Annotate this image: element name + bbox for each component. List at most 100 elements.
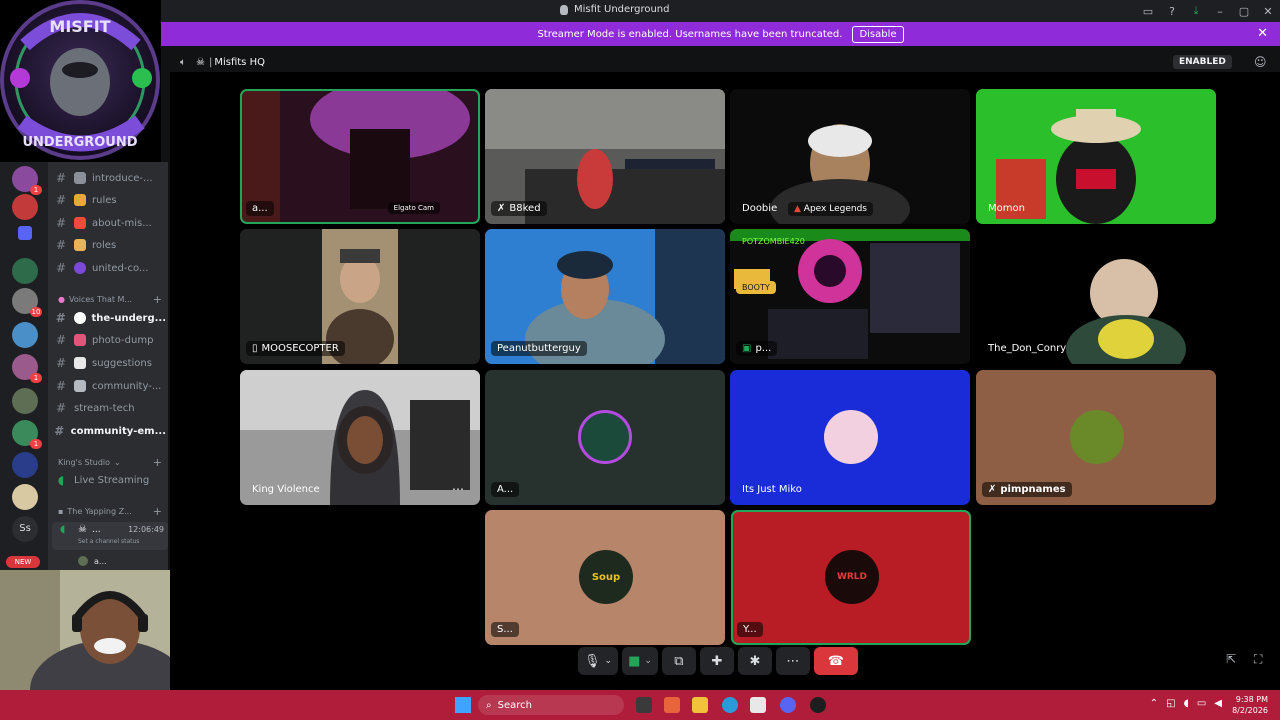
members-icon[interactable]: ☺: [1254, 55, 1267, 69]
mention-badge: 1: [30, 185, 42, 195]
enabled-badge[interactable]: ENABLED: [1173, 55, 1232, 69]
channel-item[interactable]: # rules: [48, 190, 166, 210]
channel-item[interactable]: # about-mis...: [48, 213, 166, 233]
voice-channel-name: ...: [92, 525, 101, 535]
inbox-icon[interactable]: ▭: [1136, 5, 1160, 18]
help-icon[interactable]: ?: [1160, 5, 1184, 18]
server-icon[interactable]: 1: [12, 354, 42, 383]
soundboard-button[interactable]: ✱: [737, 647, 772, 675]
microphone-button[interactable]: 🎙︎ ⌄: [578, 647, 619, 675]
server-icon[interactable]: [12, 484, 38, 510]
display-icon[interactable]: ▭: [1197, 698, 1206, 709]
add-channel-icon[interactable]: +: [153, 505, 162, 518]
video-tile[interactable]: POTZOMBIE420 BOOTY ▣ p...: [730, 229, 970, 364]
channel-item[interactable]: # stream-tech: [48, 398, 166, 418]
video-tile[interactable]: The_Don_Conry: [976, 229, 1216, 364]
server-icon[interactable]: 1: [12, 166, 42, 195]
phone-icon: ▯: [252, 343, 258, 354]
channel-item[interactable]: # the-underg...: [48, 308, 166, 328]
maximize-icon[interactable]: ▢: [1232, 5, 1256, 18]
hash-icon: #: [55, 379, 67, 393]
server-icon[interactable]: 10: [12, 288, 42, 317]
server-icon[interactable]: [12, 194, 38, 220]
channel-item[interactable]: # united-co...: [48, 258, 166, 278]
category-voices-that-matter[interactable]: ● Voices That M... +: [58, 293, 168, 306]
video-grid: a... Elgato Cam ✗ B8ked Doobie ▲ Apex Leg…: [170, 72, 1280, 690]
server-icon[interactable]: [12, 258, 38, 284]
video-tile[interactable]: Its Just Miko: [730, 370, 970, 505]
voice-user-name: a...: [94, 556, 107, 566]
video-tile[interactable]: a... Elgato Cam: [240, 89, 480, 224]
channel-item[interactable]: # community-...: [48, 376, 166, 396]
store-icon[interactable]: [750, 697, 766, 713]
fullscreen-icon[interactable]: ⛶: [1254, 652, 1262, 667]
chevron-down-icon: ⌄: [114, 458, 121, 467]
channel-item[interactable]: # introduce-...: [48, 168, 166, 188]
server-icon[interactable]: [12, 388, 38, 414]
more-button[interactable]: ⋯: [775, 647, 810, 675]
mic-muted-icon: ✗: [988, 484, 997, 495]
discord-taskbar-icon[interactable]: [780, 697, 796, 713]
edge-browser-icon[interactable]: [722, 697, 738, 713]
channel-item[interactable]: # photo-dump: [48, 330, 166, 350]
channel-item[interactable]: # community-em...: [48, 421, 166, 441]
video-tile[interactable]: ✗ pimpnames: [976, 370, 1216, 505]
add-channel-icon[interactable]: +: [153, 293, 162, 306]
category-yapping-zone[interactable]: ▪ The Yapping Z... +: [58, 505, 168, 518]
microphone-icon[interactable]: ◖: [1184, 698, 1189, 709]
video-tile[interactable]: Doobie ▲ Apex Legends: [730, 89, 970, 224]
taskbar-search[interactable]: ⌕ Search: [478, 695, 624, 715]
screen-share-button[interactable]: ⧉: [661, 647, 696, 675]
system-clock[interactable]: 9:38 PM 8/2/2026: [1232, 694, 1268, 716]
channel-item[interactable]: # suggestions: [48, 353, 166, 373]
music-icon: [74, 334, 86, 346]
voice-channel-live-streaming[interactable]: ◖ Live Streaming: [48, 470, 166, 490]
copilot-icon[interactable]: [664, 697, 680, 713]
server-icon[interactable]: [12, 452, 38, 478]
windows-start-icon[interactable]: [455, 697, 471, 713]
obs-icon[interactable]: [810, 697, 826, 713]
disconnect-button[interactable]: ☎: [813, 647, 858, 675]
video-tile[interactable]: WRLD Y...: [731, 510, 971, 645]
channel-label: about-mis...: [92, 217, 152, 229]
channel-status-hint[interactable]: Set a channel status: [78, 538, 139, 545]
server-icon[interactable]: [18, 226, 32, 240]
memo-icon: [74, 357, 86, 369]
download-icon[interactable]: ⤓: [1184, 4, 1208, 18]
taskbar: ⌕ Search ⌃ ◱ ◖ ▭ ◀ 9:38 PM 8/2/2026: [0, 690, 1280, 720]
close-icon[interactable]: ✕: [1256, 5, 1280, 18]
network-icon[interactable]: ◱: [1166, 698, 1175, 709]
category-kings-studio[interactable]: King's Studio ⌄ +: [58, 456, 168, 469]
video-tile[interactable]: A...: [485, 370, 725, 505]
server-icon[interactable]: [12, 322, 38, 348]
connected-voice-channel[interactable]: ◖ ☠ ... 12:06:49 Set a channel status: [52, 522, 168, 550]
system-tray: ⌃ ◱ ◖ ▭ ◀: [1150, 698, 1222, 709]
channel-item[interactable]: # roles: [48, 235, 166, 255]
minimize-icon[interactable]: –: [1208, 5, 1232, 18]
video-tile[interactable]: ▯ MOOSECOPTER: [240, 229, 480, 364]
server-initials-icon[interactable]: Ss: [12, 516, 38, 542]
file-explorer-icon[interactable]: [692, 697, 708, 713]
hash-icon: #: [55, 311, 66, 325]
chevron-up-icon[interactable]: ⌃: [1150, 698, 1158, 709]
banner-close-icon[interactable]: ✕: [1257, 26, 1268, 41]
volume-icon[interactable]: ◀: [1214, 698, 1222, 709]
more-options-icon[interactable]: ⋯: [452, 482, 464, 496]
participant-name: ▣ p...: [736, 341, 778, 356]
task-view-icon[interactable]: [636, 697, 652, 713]
disable-button[interactable]: Disable: [852, 25, 904, 43]
add-channel-icon[interactable]: +: [153, 456, 162, 469]
server-icon[interactable]: 1: [12, 420, 42, 449]
participant-name: Its Just Miko: [742, 484, 802, 495]
voice-user-row[interactable]: a...: [78, 556, 168, 566]
activities-button[interactable]: ✚: [699, 647, 734, 675]
video-tile[interactable]: Momon: [976, 89, 1216, 224]
popout-icon[interactable]: ⇱: [1226, 652, 1236, 666]
camera-button[interactable]: ■ ⌄: [622, 647, 658, 675]
video-tile[interactable]: King Violence ⋯: [240, 370, 480, 505]
video-tile[interactable]: Peanutbutterguy: [485, 229, 725, 364]
video-tile[interactable]: Soup S...: [485, 510, 725, 645]
participant-name: The_Don_Conry: [988, 343, 1067, 354]
speaker-icon: ◖: [60, 524, 66, 535]
video-tile[interactable]: ✗ B8ked: [485, 89, 725, 224]
